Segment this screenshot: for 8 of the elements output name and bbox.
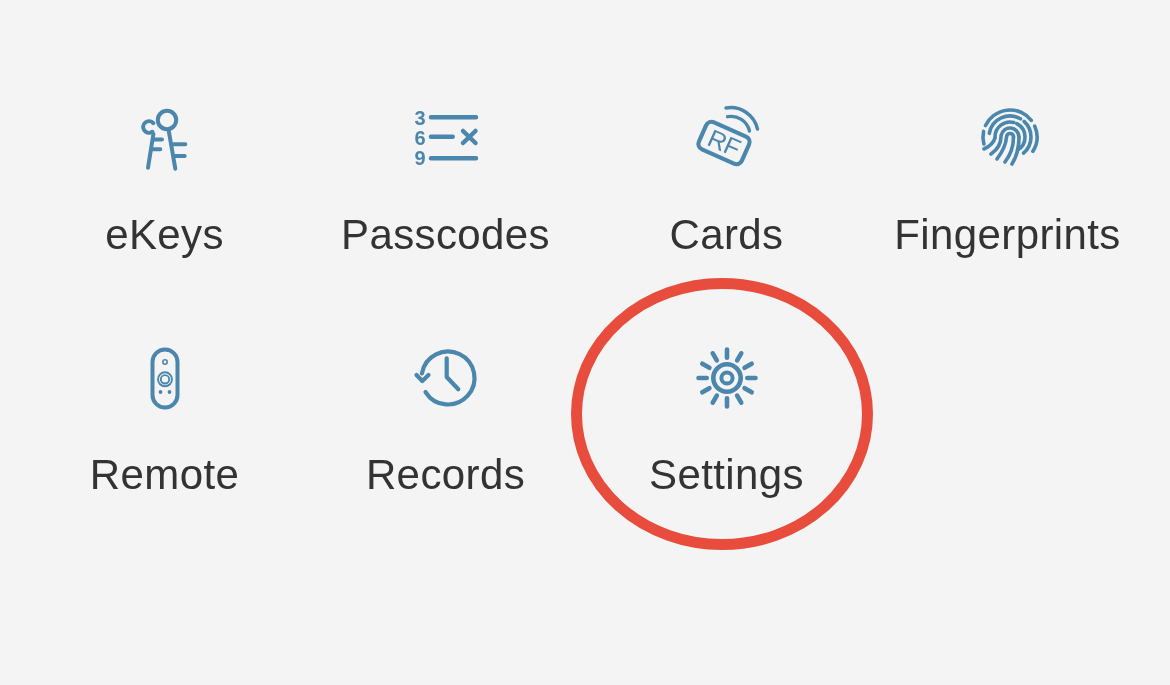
menu-item[interactable]: Fingerprints xyxy=(867,105,1148,260)
menu-item[interactable]: Records xyxy=(305,345,586,500)
menu-item[interactable]: RF Cards xyxy=(586,105,867,260)
menu-item[interactable]: eKeys xyxy=(24,105,305,260)
history-icon xyxy=(411,346,480,410)
menu-item[interactable]: 3 6 9 Passcodes xyxy=(305,105,586,260)
settings-icon xyxy=(693,345,760,411)
menu-item[interactable]: Remote xyxy=(24,345,305,500)
